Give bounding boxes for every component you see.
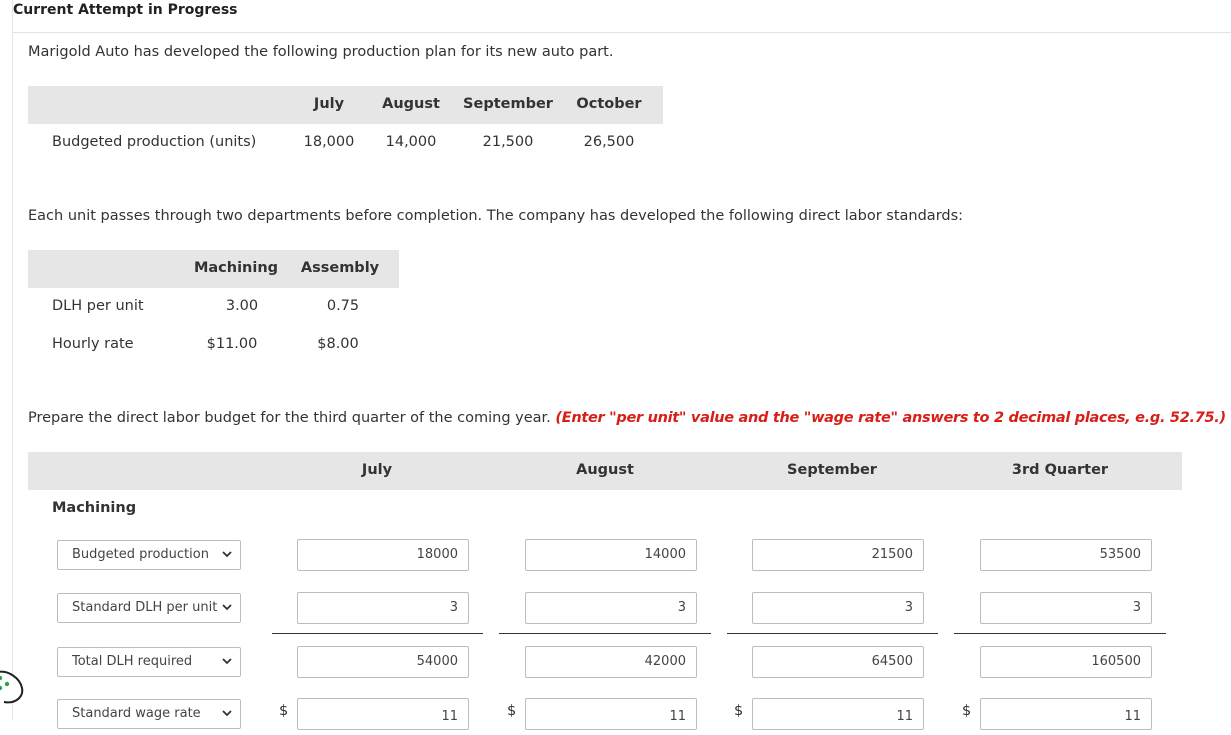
chevron-down-icon — [222, 658, 232, 665]
sum-rule — [954, 633, 1166, 634]
input-wage-rate-september[interactable]: 11 — [752, 698, 924, 730]
input-standard-dlh-august[interactable]: 3 — [525, 592, 697, 624]
col-header: October — [576, 96, 642, 112]
input-standard-dlh-july[interactable]: 3 — [297, 592, 469, 624]
table-cell: 21,500 — [482, 134, 534, 150]
row-label: DLH per unit — [52, 298, 144, 314]
input-budgeted-production-september[interactable]: 21500 — [752, 539, 924, 571]
row-select-standard-dlh[interactable]: Standard DLH per unit — [57, 593, 241, 623]
instruction-note: (Enter "per unit" value and the "wage ra… — [555, 410, 1226, 426]
input-budgeted-production-august[interactable]: 14000 — [525, 539, 697, 571]
input-total-dlh-quarter[interactable]: 160500 — [980, 646, 1152, 678]
row-select-total-dlh[interactable]: Total DLH required — [57, 647, 241, 677]
input-standard-dlh-september[interactable]: 3 — [752, 592, 924, 624]
col-header-august: August — [576, 462, 634, 478]
instruction-main: Prepare the direct labor budget for the … — [28, 410, 551, 426]
departments-text: Each unit passes through two departments… — [28, 208, 964, 224]
select-label: Standard wage rate — [72, 706, 201, 721]
input-total-dlh-july[interactable]: 54000 — [297, 646, 469, 678]
instruction-text: Prepare the direct labor budget for the … — [28, 410, 1226, 426]
select-label: Total DLH required — [72, 654, 193, 669]
sum-rule — [272, 633, 483, 634]
select-label: Standard DLH per unit — [72, 600, 218, 615]
col-header: July — [313, 96, 345, 112]
intro-text: Marigold Auto has developed the followin… — [28, 44, 614, 60]
chevron-down-icon — [222, 710, 232, 717]
chevron-down-icon — [222, 551, 232, 558]
input-budgeted-production-quarter[interactable]: 53500 — [980, 539, 1152, 571]
input-budgeted-production-july[interactable]: 18000 — [297, 539, 469, 571]
page-title: Current Attempt in Progress — [13, 2, 238, 18]
col-header-september: September — [787, 462, 877, 478]
col-header: Assembly — [300, 260, 380, 276]
sum-rule — [499, 633, 711, 634]
table-cell: 18,000 — [303, 134, 355, 150]
table-cell: $11.00 — [206, 336, 258, 352]
help-assistant-icon[interactable] — [0, 666, 28, 708]
dollar-sign: $ — [962, 703, 972, 719]
table-cell: $8.00 — [317, 336, 359, 352]
select-label: Budgeted production — [72, 547, 209, 562]
chevron-down-icon — [222, 604, 232, 611]
dollar-sign: $ — [734, 703, 744, 719]
table-cell: 14,000 — [385, 134, 437, 150]
col-header: Machining — [193, 260, 279, 276]
input-wage-rate-august[interactable]: 11 — [525, 698, 697, 730]
table-cell: 3.00 — [225, 298, 259, 314]
section-label-machining: Machining — [52, 500, 137, 516]
row-select-budgeted-production[interactable]: Budgeted production — [57, 540, 241, 570]
table-header-bar — [28, 86, 663, 124]
col-header-quarter: 3rd Quarter — [1011, 462, 1109, 478]
left-border — [12, 0, 13, 720]
input-total-dlh-august[interactable]: 42000 — [525, 646, 697, 678]
table-cell: 26,500 — [583, 134, 635, 150]
input-standard-dlh-quarter[interactable]: 3 — [980, 592, 1152, 624]
col-header: September — [463, 96, 553, 112]
input-wage-rate-quarter[interactable]: 11 — [980, 698, 1152, 730]
dollar-sign: $ — [279, 703, 289, 719]
table-cell: 0.75 — [326, 298, 360, 314]
header-divider — [13, 32, 1231, 33]
dollar-sign: $ — [507, 703, 517, 719]
row-label: Budgeted production (units) — [52, 134, 257, 150]
input-wage-rate-july[interactable]: 11 — [297, 698, 469, 730]
row-label: Hourly rate — [52, 336, 134, 352]
row-select-standard-wage-rate[interactable]: Standard wage rate — [57, 699, 241, 729]
input-total-dlh-september[interactable]: 64500 — [752, 646, 924, 678]
col-header-july: July — [361, 462, 393, 478]
sum-rule — [727, 633, 938, 634]
col-header: August — [382, 96, 440, 112]
